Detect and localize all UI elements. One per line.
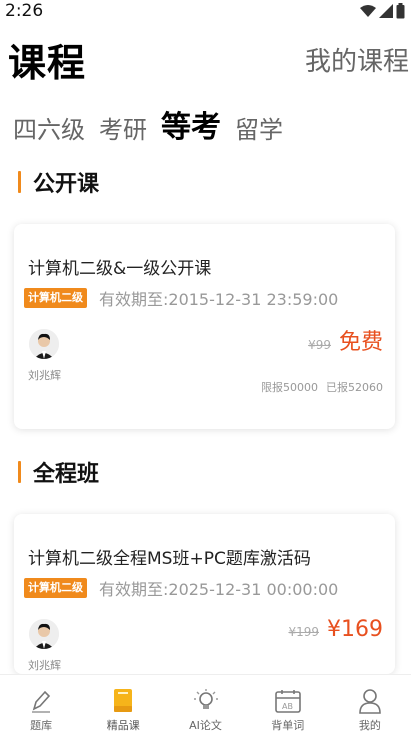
section-accent-bar [18, 171, 21, 193]
signal-icon [379, 4, 393, 18]
course-tag: 计算机二级 [24, 578, 87, 598]
header: 课程 我的课程 [0, 38, 411, 88]
enroll-info: 限报50000 已报52060 [261, 379, 383, 395]
teacher-name: 刘兆辉 [28, 659, 61, 672]
page-title: 课程 [8, 41, 87, 85]
tab-ncre[interactable]: 等考 [161, 106, 221, 150]
section-title-open-course: 公开课 [18, 168, 100, 197]
pencil-icon [28, 687, 54, 715]
original-price: ¥199 [288, 625, 319, 639]
nav-item-premium-courses[interactable]: 精品课 [82, 675, 164, 738]
bottom-nav: 题库 精品课 AI论文 AB 背单词 我的 [0, 674, 411, 738]
nav-item-profile[interactable]: 我的 [329, 675, 411, 738]
teacher-avatar [29, 619, 59, 649]
tab-postgrad[interactable]: 考研 [99, 110, 147, 150]
book-icon [110, 687, 136, 715]
teacher-avatar-image [29, 619, 59, 649]
original-price: ¥99 [308, 338, 331, 352]
course-validity: 有效期至:2015-12-31 23:59:00 [99, 290, 339, 309]
section-title-text: 全程班 [33, 462, 100, 487]
nav-item-vocabulary[interactable]: AB 背单词 [247, 675, 329, 738]
calendar-icon: AB [274, 687, 301, 715]
teacher-name: 刘兆辉 [28, 369, 61, 382]
my-courses-link[interactable]: 我的课程 [305, 42, 409, 82]
course-validity: 有效期至:2025-12-31 00:00:00 [99, 580, 339, 599]
section-accent-bar [18, 461, 21, 483]
status-time: 2:26 [5, 1, 44, 21]
price: ¥169 [327, 617, 383, 642]
course-tag: 计算机二级 [24, 288, 87, 308]
teacher-avatar-image [29, 329, 59, 359]
person-icon [357, 687, 383, 715]
enroll-limit: 限报50000 [261, 381, 318, 394]
course-card[interactable]: 计算机二级全程MS班+PC题库激活码 计算机二级 有效期至:2025-12-31… [14, 514, 395, 674]
tab-cet[interactable]: 四六级 [13, 110, 85, 150]
course-title: 计算机二级&一级公开课 [28, 259, 212, 279]
price-row: ¥199 ¥169 [288, 617, 383, 642]
section-title-text: 公开课 [33, 172, 100, 197]
course-title: 计算机二级全程MS班+PC题库激活码 [28, 549, 311, 569]
lightbulb-icon [193, 687, 219, 715]
price: 免费 [338, 330, 383, 355]
enroll-count: 已报52060 [326, 381, 383, 394]
category-tabs: 四六级 考研 等考 留学 [13, 106, 283, 150]
price-row: ¥99 免费 [308, 324, 383, 356]
nav-label: AI论文 [189, 719, 222, 732]
battery-icon [396, 3, 405, 19]
nav-label: 背单词 [271, 719, 305, 732]
status-icons [360, 3, 405, 19]
course-card[interactable]: 计算机二级&一级公开课 计算机二级 有效期至:2015-12-31 23:59:… [14, 224, 395, 429]
nav-item-ai-paper[interactable]: AI论文 [164, 675, 246, 738]
nav-label: 我的 [358, 719, 381, 732]
nav-item-question-bank[interactable]: 题库 [0, 675, 82, 738]
status-bar: 2:26 [0, 0, 411, 24]
teacher-avatar [29, 329, 59, 359]
nav-label: 精品课 [106, 719, 140, 732]
wifi-icon [360, 5, 376, 17]
nav-label: 题库 [30, 719, 53, 732]
svg-text:AB: AB [282, 702, 293, 711]
tab-study-abroad[interactable]: 留学 [235, 110, 283, 150]
section-title-full-course: 全程班 [18, 458, 100, 487]
